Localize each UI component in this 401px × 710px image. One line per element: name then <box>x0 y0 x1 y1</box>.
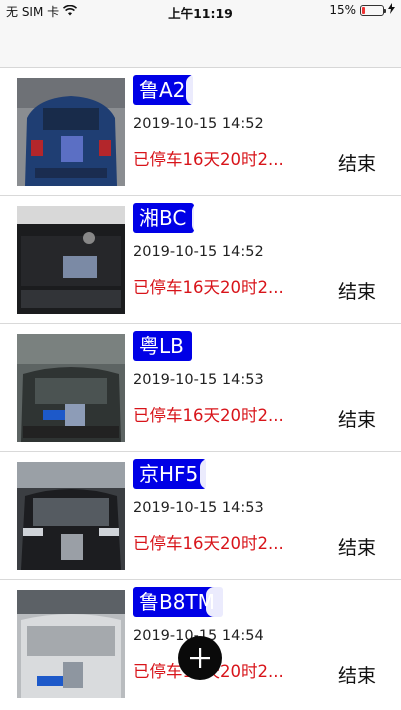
list-item[interactable]: 鲁A2 2019-10-15 14:52 已停车16天20时2... 结束 <box>0 68 401 196</box>
license-plate: 京HF5 <box>133 459 207 489</box>
end-parking-button[interactable]: 结束 <box>338 277 376 304</box>
navigation-bar <box>0 22 401 68</box>
entry-time: 2019-10-15 14:52 <box>133 116 264 132</box>
car-photo <box>17 590 125 698</box>
car-photo <box>17 462 125 570</box>
parking-duration: 已停车16天20时2... <box>133 534 284 553</box>
plus-icon <box>189 647 211 669</box>
entry-time: 2019-10-15 14:53 <box>133 372 264 388</box>
status-right: 15% <box>329 3 395 17</box>
plate-redaction <box>192 203 244 233</box>
car-photo <box>17 206 125 314</box>
parking-duration: 已停车16天20时2... <box>133 150 284 169</box>
end-parking-button[interactable]: 结束 <box>338 533 376 560</box>
parking-duration: 已停车16天20时2... <box>133 278 284 297</box>
list-item[interactable]: 湘BC 2019-10-15 14:52 已停车16天20时2... 结束 <box>0 196 401 324</box>
battery-percent: 15% <box>329 3 356 17</box>
parking-record-list[interactable]: 鲁A2 2019-10-15 14:52 已停车16天20时2... 结束 湘B… <box>0 68 401 710</box>
end-parking-button[interactable]: 结束 <box>338 661 376 688</box>
plate-redaction <box>192 331 244 361</box>
entry-time: 2019-10-15 14:53 <box>133 500 264 516</box>
end-parking-button[interactable]: 结束 <box>338 405 376 432</box>
end-parking-button[interactable]: 结束 <box>338 149 376 176</box>
license-plate: 鲁A2 <box>133 75 194 105</box>
car-photo <box>17 78 125 186</box>
list-item[interactable]: 京HF5 2019-10-15 14:53 已停车16天20时2... 结束 <box>0 452 401 580</box>
car-photo <box>17 334 125 442</box>
license-plate: 湘BC <box>133 203 195 233</box>
entry-time: 2019-10-15 14:52 <box>133 244 264 260</box>
parking-duration: 已停车16天20时2... <box>133 406 284 425</box>
plate-redaction <box>186 75 238 105</box>
battery-icon <box>360 4 386 16</box>
bolt-icon <box>388 3 395 17</box>
list-item[interactable]: 粤LB 2019-10-15 14:53 已停车16天20时2... 结束 <box>0 324 401 452</box>
license-plate: 粤LB <box>133 331 192 361</box>
battery-fill <box>362 6 365 14</box>
status-bar: 无 SIM 卡 上午11:19 15% <box>0 0 401 22</box>
plate-redaction <box>200 459 252 489</box>
plate-redaction <box>206 587 258 617</box>
add-record-button[interactable] <box>178 636 222 680</box>
